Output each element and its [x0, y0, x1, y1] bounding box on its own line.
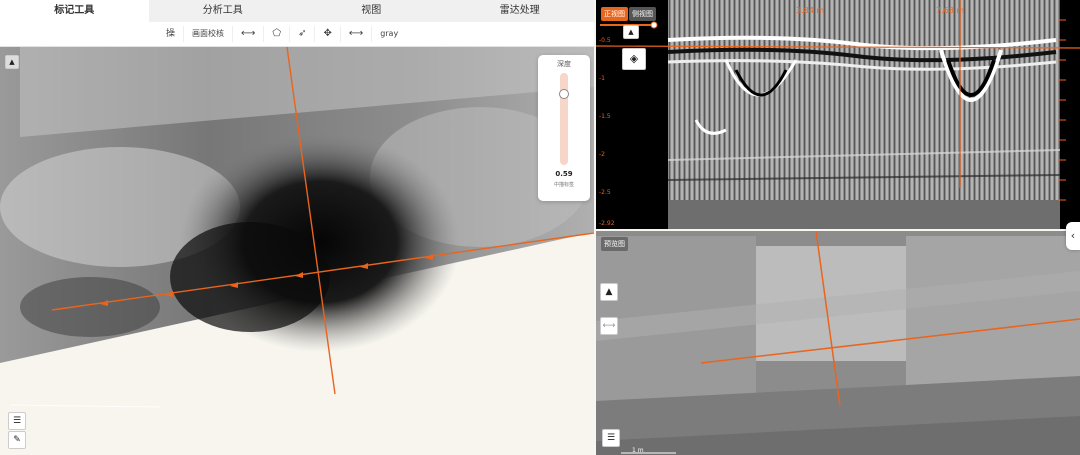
operate-button[interactable]: 操 — [158, 26, 185, 42]
tab-bar: 标记工具 分析工具 视图 雷达处理 — [0, 0, 594, 22]
move-icon[interactable]: ✥ — [315, 26, 341, 42]
colormap-select[interactable]: gray — [372, 26, 406, 42]
measure-line-icon[interactable]: ⟷ — [233, 26, 265, 42]
map-canvas[interactable] — [0, 47, 594, 455]
map-view-left[interactable]: ▲ ☰ ✎ — [0, 47, 594, 455]
polygon-icon[interactable]: ⬠ — [264, 26, 291, 42]
depth-tick: -1.5 — [599, 113, 611, 120]
tab-annotation-tools[interactable]: 标记工具 — [0, 0, 149, 22]
measure-icon[interactable]: ⟷ — [600, 317, 618, 335]
front-view-button[interactable]: 正视图 — [601, 7, 628, 21]
north-arrow-icon[interactable]: ▲ — [623, 25, 639, 39]
distance-mark-1: 3.84 m — [796, 6, 825, 15]
layers-icon[interactable]: ◈ — [622, 48, 646, 70]
tab-analysis-tools[interactable]: 分析工具 — [149, 0, 298, 22]
distance-icon[interactable]: ⟷ — [341, 26, 373, 42]
toolbar: 操 画面校核 ⟷ ⬠ ➶ ✥ ⟷ gray — [0, 22, 594, 47]
calibrate-button[interactable]: 画面校核 — [184, 26, 234, 42]
depth-tick: -0.5 — [599, 37, 611, 44]
side-view-button[interactable]: 侧视图 — [629, 7, 656, 21]
tab-radar-processing[interactable]: 雷达处理 — [446, 0, 595, 22]
depth-slider-track[interactable] — [560, 73, 568, 165]
depth-tick: -1 — [599, 75, 605, 82]
tab-view[interactable]: 视图 — [297, 0, 446, 22]
preview-canvas — [596, 231, 1080, 455]
layers-icon[interactable]: ☰ — [602, 429, 620, 447]
depth-tick: -2.92 — [599, 220, 615, 227]
radargram — [596, 0, 1080, 229]
scale-label: 1 m — [632, 447, 644, 454]
preview-label: 预览图 — [601, 237, 628, 251]
pen-icon[interactable]: ✎ — [8, 431, 26, 449]
preview-map-view[interactable]: 预览图 ▲ ⟷ ☰ 1 m — [596, 231, 1080, 455]
depth-slider-handle[interactable] — [559, 89, 569, 99]
north-arrow-icon[interactable]: ▲ — [600, 283, 618, 301]
layers-icon[interactable]: ☰ — [8, 412, 26, 430]
depth-value: 0.59 — [555, 170, 573, 178]
depth-title: 深度 — [557, 60, 571, 68]
compass-icon[interactable]: ▲ — [5, 55, 19, 69]
chevron-left-icon[interactable]: ‹ — [1066, 222, 1080, 250]
depth-tick: -2 — [599, 151, 605, 158]
pointer-icon[interactable]: ➶ — [290, 26, 316, 42]
distance-mark-2: 7.68 m — [936, 6, 965, 15]
depth-caption: 中描标签 — [553, 182, 574, 188]
depth-tick: -2.5 — [599, 189, 611, 196]
depth-panel: 深度 0.59 中描标签 — [538, 55, 590, 201]
radar-profile-view[interactable]: 正视图 侧视图 ▲ ◈ 3.84 m 7.68 m -0.5 -1 -1.5 -… — [596, 0, 1080, 229]
